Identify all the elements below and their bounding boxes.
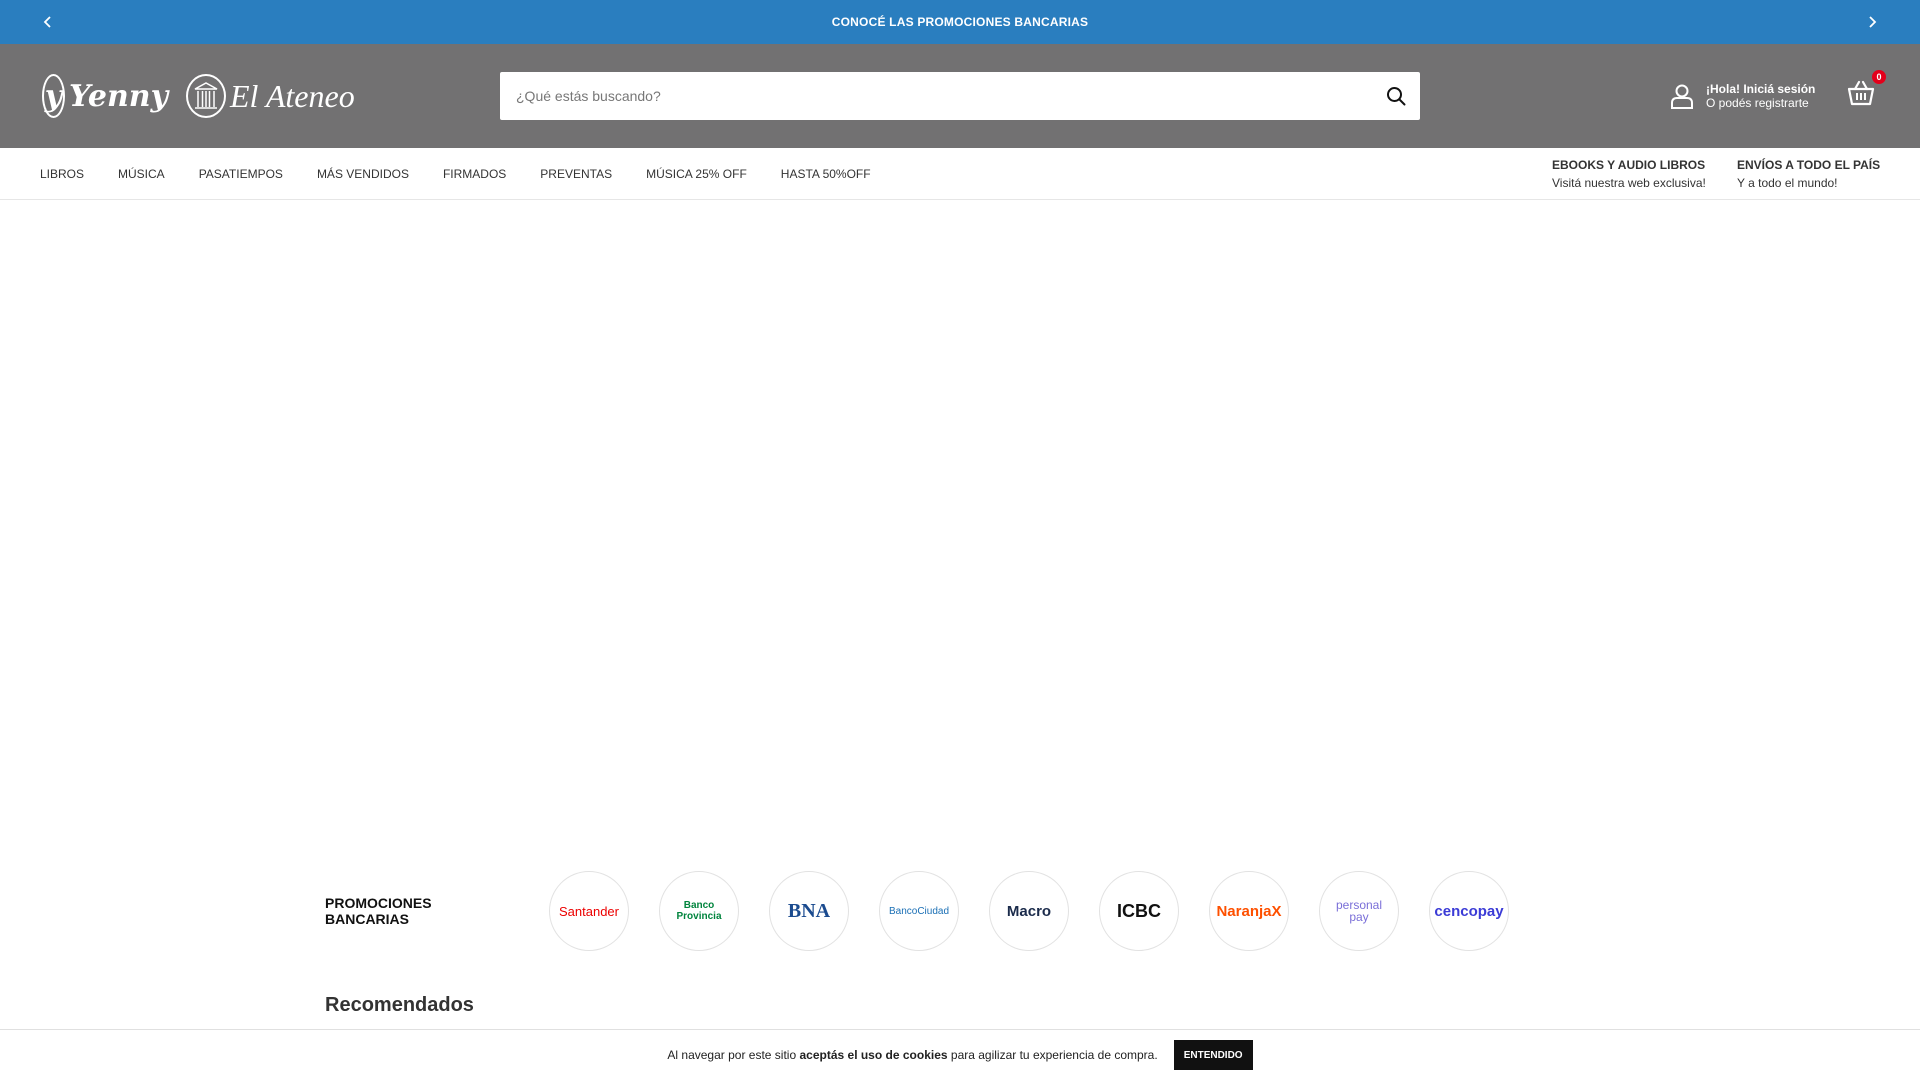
bank-ciudad[interactable]: BancoCiudad bbox=[879, 871, 959, 951]
category-menu: LIBROS MÚSICA PASATIEMPOS MÁS VENDIDOS F… bbox=[40, 148, 905, 200]
nav-item-preventas[interactable]: PREVENTAS bbox=[540, 167, 612, 181]
columns-icon bbox=[186, 74, 226, 118]
bank-label: cencopay bbox=[1434, 902, 1504, 920]
nav-item-hasta-50-off[interactable]: HASTA 50%OFF bbox=[781, 167, 871, 181]
cookie-banner: Al navegar por este sitio aceptás el uso… bbox=[0, 1029, 1920, 1080]
ebooks-link[interactable]: EBOOKS Y AUDIO LIBROS Visitá nuestra web… bbox=[1552, 156, 1706, 192]
bank-santander[interactable]: Santander bbox=[549, 871, 629, 951]
bank-label: Banco Provincia bbox=[676, 900, 722, 922]
bank-macro[interactable]: Macro bbox=[989, 871, 1069, 951]
bank-label: BancoCiudad bbox=[888, 905, 950, 917]
bank-cencopay[interactable]: cencopay bbox=[1429, 871, 1509, 951]
cookie-message: Al navegar por este sitio aceptás el uso… bbox=[667, 1048, 1157, 1062]
el-ateneo-wordmark: El Ateneo bbox=[230, 77, 355, 114]
bank-label: Santander bbox=[559, 903, 619, 919]
chevron-right-icon[interactable] bbox=[1858, 8, 1886, 36]
bank-promotions: PROMOCIONES BANCARIAS Santander Banco Pr… bbox=[325, 870, 1625, 952]
cookie-text-start: Al navegar por este sitio bbox=[667, 1048, 800, 1062]
bank-naranjax[interactable]: NaranjaX bbox=[1209, 871, 1289, 951]
el-ateneo-logo[interactable]: El Ateneo bbox=[186, 72, 358, 120]
bank-label: Macro bbox=[1006, 902, 1052, 920]
login-label: ¡Hola! Iniciá sesión bbox=[1706, 82, 1816, 96]
search-bar bbox=[500, 72, 1420, 120]
ebooks-title: EBOOKS Y AUDIO LIBROS bbox=[1552, 158, 1706, 172]
bank-bna[interactable]: BNA bbox=[769, 871, 849, 951]
envios-title: ENVÍOS A TODO EL PAÍS bbox=[1737, 158, 1881, 172]
yenny-logo[interactable]: y Yenny bbox=[42, 72, 168, 120]
promo-text[interactable]: CONOCÉ LAS PROMOCIONES BANCARIAS bbox=[832, 15, 1088, 29]
bank-icbc[interactable]: ICBC bbox=[1099, 871, 1179, 951]
chevron-left-icon[interactable] bbox=[34, 8, 62, 36]
bank-personal-pay[interactable]: personal pay bbox=[1319, 871, 1399, 951]
main-nav: LIBROS MÚSICA PASATIEMPOS MÁS VENDIDOS F… bbox=[0, 148, 1920, 200]
cookie-text-end: para agilizar tu experiencia de compra. bbox=[947, 1048, 1158, 1062]
bank-provincia[interactable]: Banco Provincia bbox=[659, 871, 739, 951]
nav-item-pasatiempos[interactable]: PASATIEMPOS bbox=[199, 167, 283, 181]
user-icon bbox=[1671, 84, 1693, 109]
yenny-wordmark: Yenny bbox=[69, 78, 168, 114]
bank-label: BNA bbox=[787, 899, 831, 922]
search-icon[interactable] bbox=[1372, 72, 1420, 120]
bank-promotions-title: PROMOCIONES BANCARIAS bbox=[325, 895, 432, 927]
section-title-recomendados: Recomendados bbox=[325, 994, 474, 1016]
bank-label: ICBC bbox=[1117, 900, 1161, 921]
cart-count-badge: 0 bbox=[1872, 70, 1886, 84]
envios-subtitle: Y a todo el mundo! bbox=[1737, 176, 1838, 190]
cart-button[interactable]: 0 bbox=[1846, 70, 1886, 110]
nav-item-musica-25-off[interactable]: MÚSICA 25% OFF bbox=[646, 167, 747, 181]
bank-label: personal pay bbox=[1335, 898, 1383, 924]
search-input[interactable] bbox=[500, 72, 1372, 120]
account-login[interactable]: ¡Hola! Iniciá sesión O podés registrarte bbox=[1668, 82, 1815, 110]
nav-item-libros[interactable]: LIBROS bbox=[40, 167, 84, 181]
envios-link[interactable]: ENVÍOS A TODO EL PAÍS Y a todo el mundo! bbox=[1737, 156, 1880, 192]
cookie-text-bold: aceptás el uso de cookies bbox=[799, 1048, 948, 1062]
register-label: O podés registrarte bbox=[1706, 96, 1809, 110]
ebooks-subtitle: Visitá nuestra web exclusiva! bbox=[1552, 176, 1706, 190]
promo-bar: CONOCÉ LAS PROMOCIONES BANCARIAS bbox=[0, 0, 1920, 44]
yenny-mark: y bbox=[42, 74, 66, 118]
site-header: y Yenny El Ateneo ¡Hola! Iniciá sesión O bbox=[0, 44, 1920, 148]
nav-item-firmados[interactable]: FIRMADOS bbox=[443, 167, 506, 181]
nav-item-musica[interactable]: MÚSICA bbox=[118, 167, 165, 181]
nav-item-mas-vendidos[interactable]: MÁS VENDIDOS bbox=[317, 167, 409, 181]
bank-label: NaranjaX bbox=[1216, 902, 1282, 920]
cookie-accept-button[interactable]: ENTENDIDO bbox=[1173, 1040, 1253, 1070]
basket-icon bbox=[1847, 80, 1875, 106]
